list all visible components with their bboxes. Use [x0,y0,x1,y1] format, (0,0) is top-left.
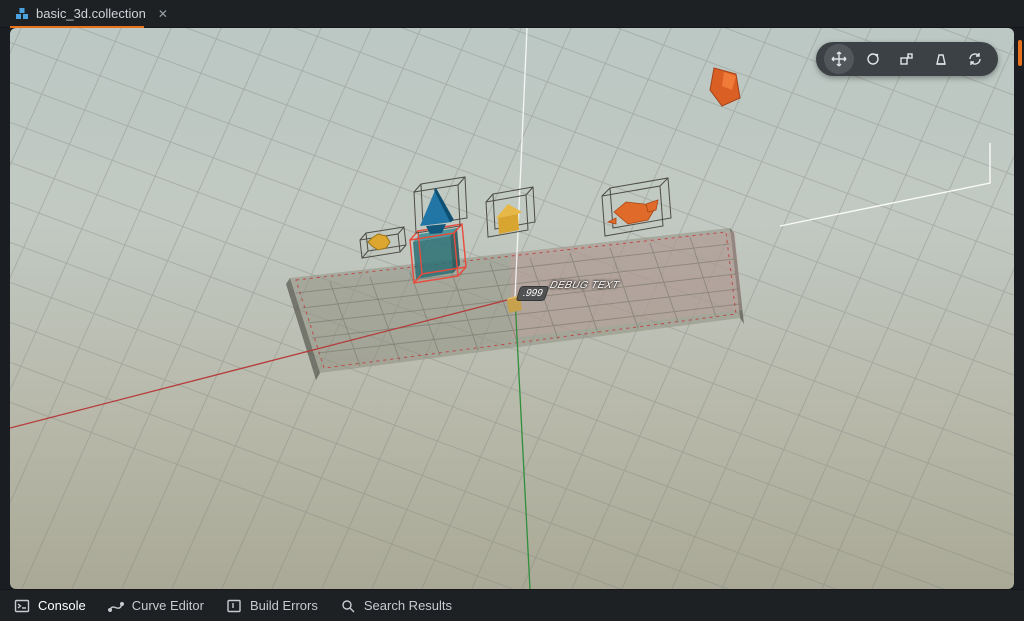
editor-tab[interactable]: basic_3d.collection ✕ [10,0,178,27]
scroll-marker [1018,40,1022,66]
panel-search-results[interactable]: Search Results [340,598,452,614]
errors-icon [226,598,242,614]
move-tool[interactable] [824,44,854,74]
scale-icon [899,51,915,67]
sync-tool[interactable] [960,44,990,74]
editor-tab-title: basic_3d.collection [36,6,146,21]
viewport-toolbar [816,42,998,76]
frustum-tool[interactable] [926,44,956,74]
terminal-icon [14,598,30,614]
close-icon[interactable]: ✕ [158,7,168,21]
search-icon [340,598,356,614]
object-orange-meteor [710,68,740,106]
bottom-panel-bar: Console Curve Editor Build Errors Search Re… [0,589,1024,621]
panel-search-results-label: Search Results [364,598,452,613]
rotate-tool[interactable] [858,44,888,74]
panel-build-errors[interactable]: Build Errors [226,598,318,614]
curve-icon [108,598,124,614]
frustum-icon [933,51,949,67]
panel-console[interactable]: Console [14,598,86,614]
panel-build-errors-label: Build Errors [250,598,318,613]
scale-tool[interactable] [892,44,922,74]
collection-icon [14,6,30,22]
editor-tab-bar: basic_3d.collection ✕ [0,0,1024,28]
move-icon [831,51,847,67]
object-blue-ship [414,177,467,234]
object-orange-dragon [602,178,671,236]
scene-viewport[interactable]: .999 DEBUG TEXT [10,28,1014,589]
axis-x [10,298,515,428]
scene-canvas [10,28,1014,589]
panel-console-label: Console [38,598,86,613]
sync-icon [967,51,983,67]
object-yellow-star [360,227,406,258]
panel-curve-editor-label: Curve Editor [132,598,204,613]
panel-curve-editor[interactable]: Curve Editor [108,598,204,614]
viewport-container: .999 DEBUG TEXT [10,28,1014,589]
rotate-icon [865,51,881,67]
